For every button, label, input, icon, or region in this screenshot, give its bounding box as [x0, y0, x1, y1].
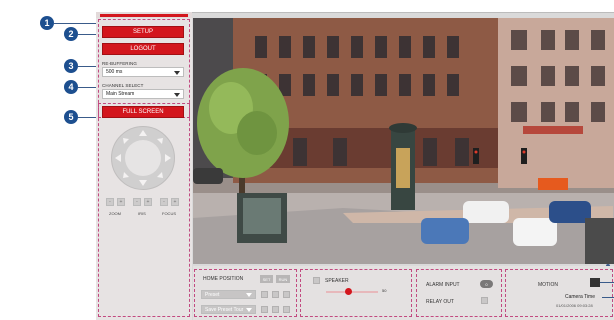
buffering-select[interactable]: 500 ms [102, 67, 184, 77]
tour-control-2[interactable] [272, 306, 279, 313]
camera-time-label: Camera Time [565, 294, 596, 300]
preset-select[interactable]: Preset [201, 290, 256, 299]
zoom-in-button[interactable]: + [117, 198, 125, 206]
iris-label: IRIS [138, 211, 146, 216]
relay-out-checkbox[interactable] [481, 297, 488, 304]
zoom-out-button[interactable]: - [106, 198, 114, 206]
home-run-button[interactable]: RUN [276, 275, 290, 283]
iris-open-button[interactable]: + [144, 198, 152, 206]
callout-3: 3 [64, 59, 78, 73]
preset-control-3[interactable] [283, 291, 290, 298]
street-scene-image [193, 18, 614, 264]
callout-2: 2 [64, 27, 78, 41]
focus-label: FOCUS [162, 211, 176, 216]
fullscreen-button[interactable]: FULL SCREEN [102, 106, 184, 118]
ptz-arrows-icon [115, 130, 171, 186]
camera-time-leader [602, 297, 614, 298]
channel-label: CHANNEL SELECT [102, 83, 144, 88]
chevron-down-icon [174, 93, 180, 97]
motion-leader [600, 282, 614, 283]
motion-title: MOTION [538, 282, 558, 288]
preset-tour-select[interactable]: Save Preset Tour [201, 305, 256, 314]
buffering-value: 500 ms [106, 69, 123, 75]
home-set-button[interactable]: SET [260, 275, 273, 283]
channel-select[interactable]: Main Stream [102, 89, 184, 99]
channel-value: Main Stream [106, 91, 135, 97]
tour-control-1[interactable] [261, 306, 268, 313]
sidebar-top-accent [100, 14, 188, 17]
alarm-input-label: ALARM INPUT [426, 282, 460, 288]
motion-indicator-icon [590, 278, 600, 287]
setup-button[interactable]: SETUP [102, 26, 184, 38]
home-position-title: HOME POSITION [203, 276, 244, 282]
chevron-down-icon [246, 293, 252, 297]
buffering-label: RE-BUFFERING [102, 61, 137, 66]
alarm-input-indicator: 0 [480, 280, 493, 288]
camera-time-value: 01/01/2006 09:03:28 [556, 303, 593, 308]
chevron-down-icon [246, 308, 252, 312]
focus-near-button[interactable]: - [160, 198, 168, 206]
zoom-label: ZOOM [109, 211, 121, 216]
speaker-slider-track[interactable] [326, 291, 378, 293]
live-video[interactable] [193, 18, 614, 264]
tour-control-3[interactable] [283, 306, 290, 313]
speaker-title: SPEAKER [325, 278, 349, 284]
callout-5: 5 [64, 110, 78, 124]
alarm-panel [416, 269, 502, 317]
logout-button[interactable]: LOGOUT [102, 43, 184, 55]
preset-control-1[interactable] [261, 291, 268, 298]
callout-1: 1 [40, 16, 54, 30]
preset-tour-value: Save Preset Tour [205, 306, 244, 313]
chevron-down-icon [174, 71, 180, 75]
speaker-volume-value: 50 [382, 288, 387, 293]
speaker-slider-handle[interactable] [345, 288, 352, 295]
relay-out-label: RELAY OUT [426, 299, 454, 305]
preset-control-2[interactable] [272, 291, 279, 298]
callout-4: 4 [64, 80, 78, 94]
motion-panel [505, 269, 613, 317]
preset-value: Preset [205, 291, 220, 298]
iris-close-button[interactable]: - [133, 198, 141, 206]
speaker-checkbox[interactable] [313, 277, 320, 284]
focus-far-button[interactable]: + [171, 198, 179, 206]
